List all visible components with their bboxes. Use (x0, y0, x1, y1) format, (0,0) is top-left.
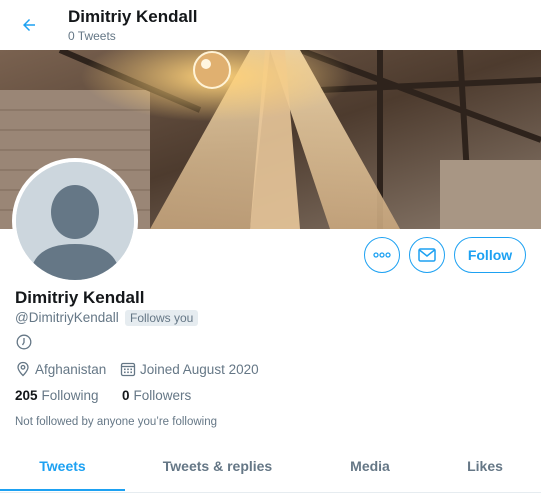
location-pin-icon (17, 361, 29, 377)
joined-text: Joined August 2020 (140, 361, 259, 377)
profile-handle: @DimitriyKendall (15, 310, 119, 325)
calendar-icon (120, 362, 136, 377)
avatar[interactable] (12, 158, 138, 284)
back-button[interactable] (14, 10, 44, 40)
more-options-button[interactable] (364, 237, 400, 273)
back-arrow-icon (23, 19, 35, 31)
tab-media[interactable]: Media (330, 441, 410, 491)
tab-tweets[interactable]: Tweets (0, 441, 125, 491)
active-tab-indicator (0, 489, 125, 491)
following-label: Following (41, 388, 99, 403)
tab-tweets-and-replies[interactable]: Tweets & replies (145, 441, 290, 491)
followers-label: Followers (133, 388, 192, 403)
header-tweet-count: 0 Tweets (68, 29, 116, 43)
tab-likes[interactable]: Likes (445, 441, 525, 491)
followers-stat[interactable]: 0 Followers (122, 388, 191, 403)
profile-name: Dimitriy Kendall (15, 288, 145, 307)
follow-button[interactable]: Follow (454, 237, 526, 273)
followers-count: 0 (122, 388, 130, 403)
more-icon (373, 252, 391, 258)
clock-icon (16, 334, 32, 355)
location-text: Afghanistan (35, 361, 107, 377)
not-followed-notice: Not followed by anyone you’re following (15, 416, 218, 428)
profile-header: Dimitriy Kendall 0 Tweets (0, 0, 541, 50)
mail-icon (418, 248, 436, 262)
message-button[interactable] (409, 237, 445, 273)
following-count: 205 (15, 388, 38, 403)
header-name: Dimitriy Kendall (68, 7, 198, 26)
follows-you-badge: Follows you (125, 310, 199, 326)
following-stat[interactable]: 205 Following (15, 388, 99, 403)
location-row: Afghanistan (15, 361, 106, 377)
profile-tabs: Tweets Tweets & replies Media Likes (0, 441, 541, 493)
joined-row: Joined August 2020 (120, 361, 259, 377)
person-silhouette-icon (16, 162, 134, 280)
default-avatar-image (16, 162, 134, 280)
